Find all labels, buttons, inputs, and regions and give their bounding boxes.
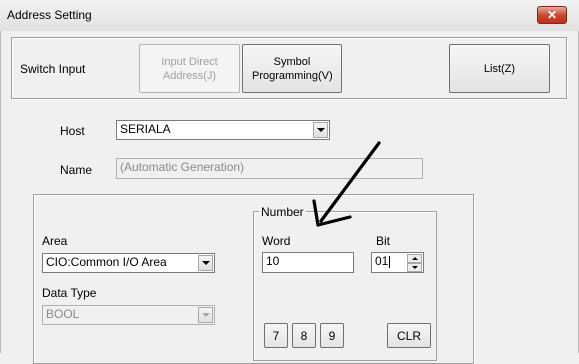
name-label: Name: [60, 163, 93, 177]
input-direct-address-label: Input Direct Address(J): [161, 55, 218, 82]
bit-label: Bit: [376, 234, 391, 248]
list-label: List(Z): [483, 62, 516, 75]
data-type-select: BOOL: [42, 305, 215, 325]
arrow-icon: [312, 141, 381, 227]
keypad-9-label: 9: [328, 328, 336, 343]
bit-value: 01: [375, 254, 389, 268]
chevron-down-icon[interactable]: [198, 255, 213, 271]
text-cursor: [389, 255, 391, 268]
list-button[interactable]: List(Z): [449, 44, 550, 93]
symbol-programming-button[interactable]: Symbol Programming(V): [242, 44, 342, 93]
word-label: Word: [262, 234, 291, 248]
area-label: Area: [42, 234, 68, 248]
area-value: CIO:Common I/O Area: [46, 255, 167, 269]
bit-input[interactable]: 01: [371, 252, 424, 273]
name-value: (Automatic Generation): [120, 160, 245, 174]
spin-down-icon[interactable]: [407, 263, 422, 272]
host-select[interactable]: SERIALA: [116, 120, 330, 140]
title-bar: Address Setting ✕: [0, 0, 579, 31]
word-value: 10: [266, 254, 280, 268]
clear-label: CLR: [396, 328, 421, 343]
keypad-7-button[interactable]: 7: [264, 323, 288, 348]
keypad-9-button[interactable]: 9: [320, 323, 344, 348]
symbol-programming-label: Symbol Programming(V): [252, 55, 333, 82]
switch-input-label: Switch Input: [20, 62, 86, 76]
chevron-down-icon: [198, 307, 213, 323]
area-select[interactable]: CIO:Common I/O Area: [42, 253, 215, 273]
host-value: SERIALA: [120, 122, 171, 136]
input-direct-address-button[interactable]: Input Direct Address(J): [139, 44, 240, 93]
word-input[interactable]: 10: [262, 252, 354, 273]
host-label: Host: [60, 124, 85, 138]
keypad-7-label: 7: [272, 328, 280, 343]
keypad-8-button[interactable]: 8: [292, 323, 316, 348]
data-type-value: BOOL: [46, 307, 80, 321]
keypad-8-label: 8: [300, 328, 308, 343]
spin-up-icon[interactable]: [407, 254, 422, 263]
data-type-label: Data Type: [42, 286, 97, 300]
window-title: Address Setting: [7, 8, 92, 22]
clear-button[interactable]: CLR: [387, 323, 431, 348]
number-group-label: Number: [259, 205, 306, 219]
close-button[interactable]: ✕: [537, 6, 567, 24]
